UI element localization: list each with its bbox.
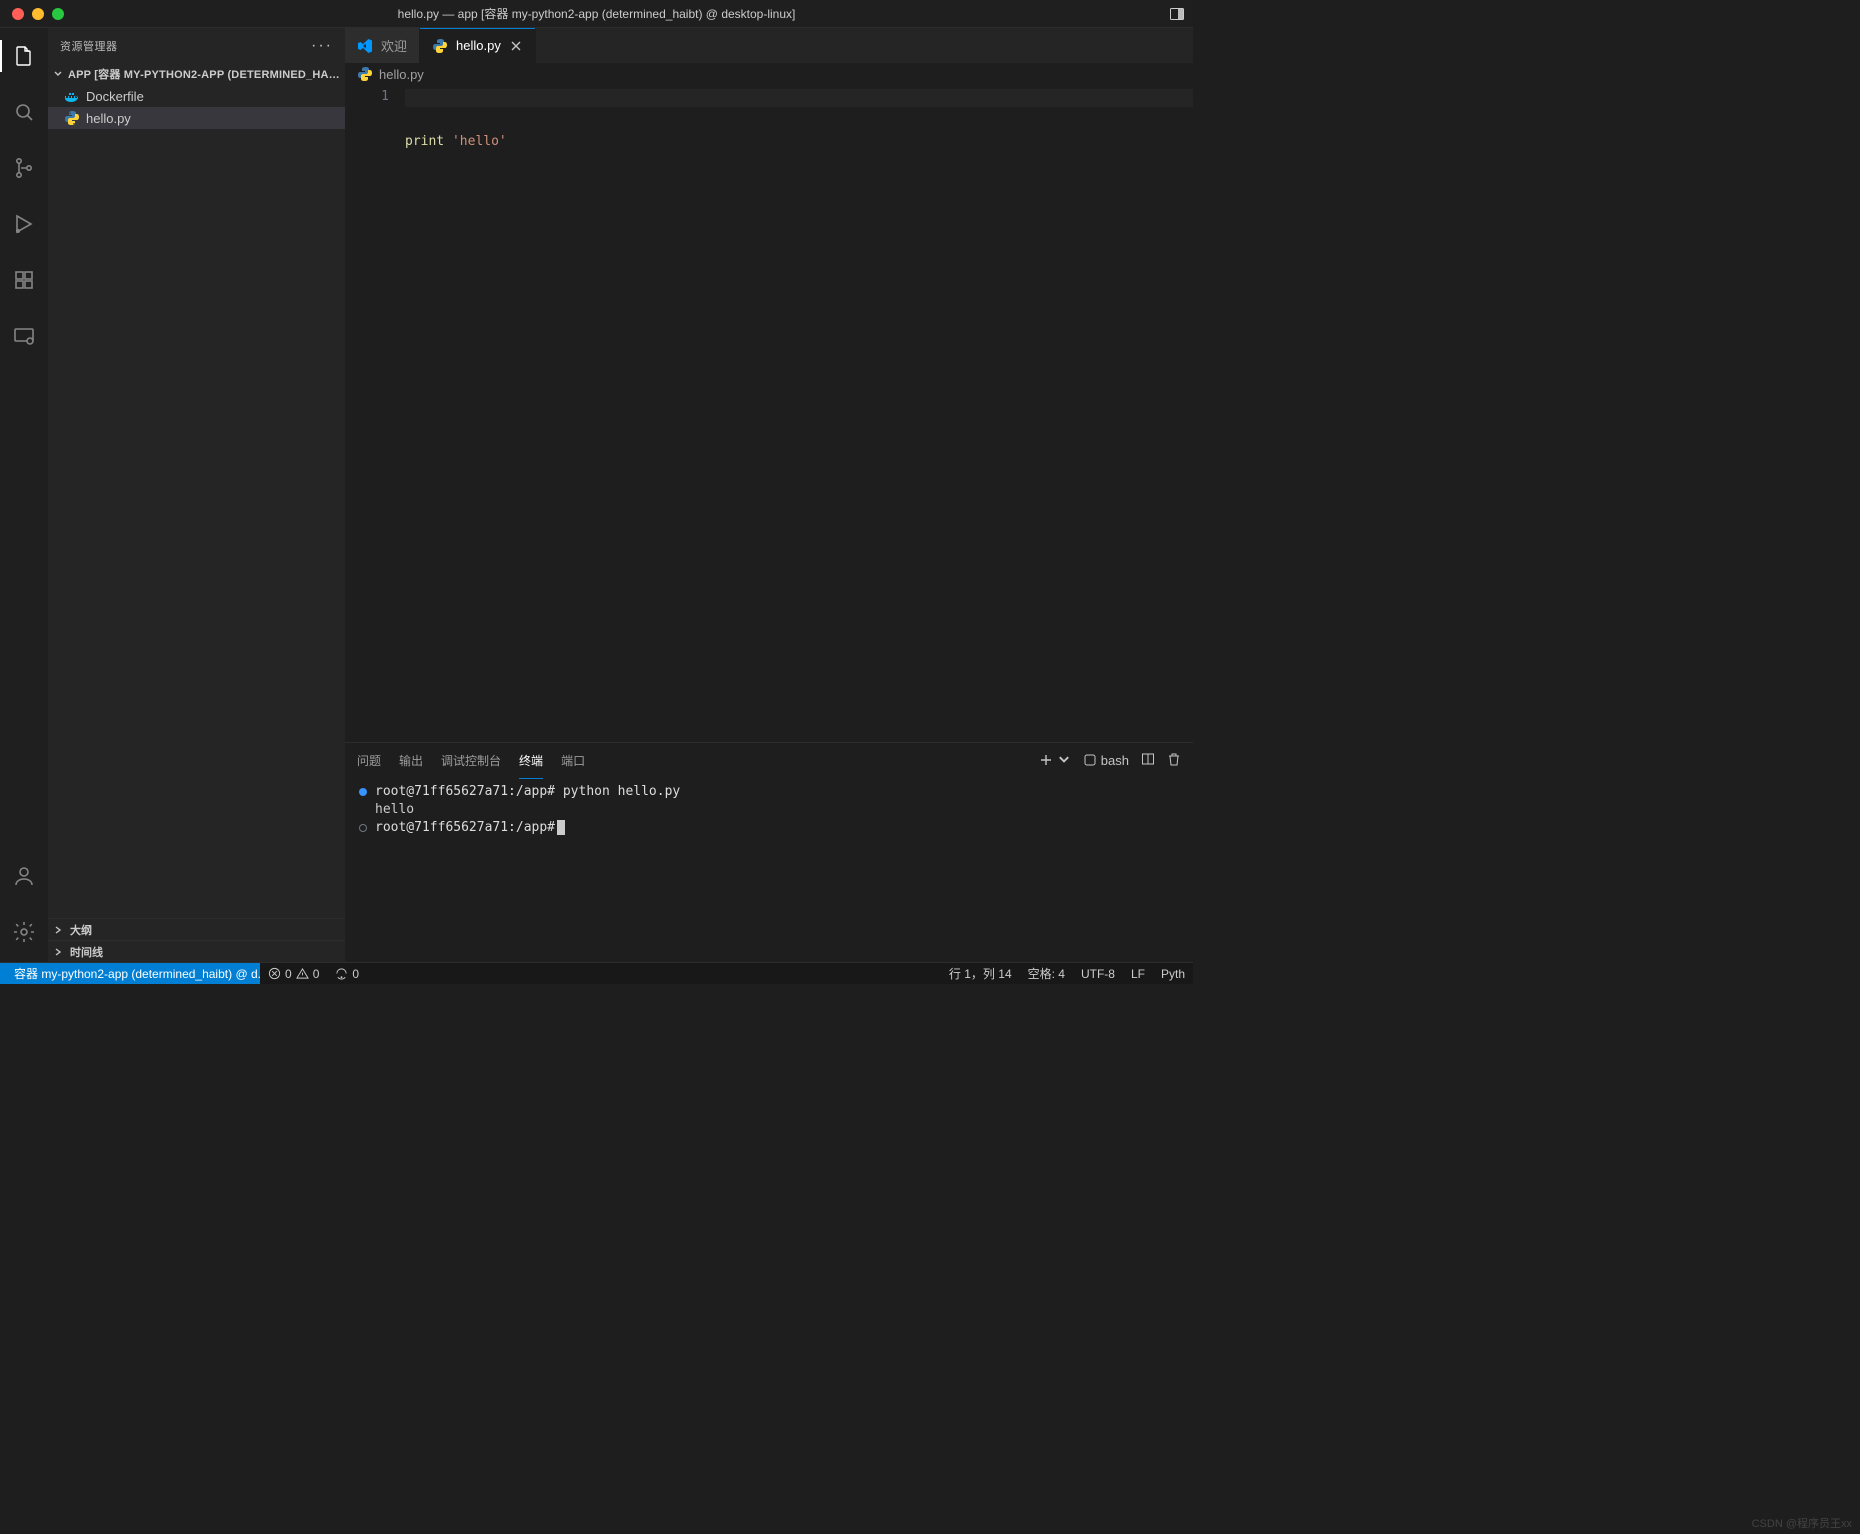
section-outline-label: 大纲 — [70, 922, 92, 938]
maximize-window-button[interactable] — [52, 8, 64, 20]
file-hello-py[interactable]: hello.py — [48, 107, 345, 129]
sidebar-title: 资源管理器 — [60, 38, 118, 54]
breadcrumb-label: hello.py — [379, 67, 424, 82]
folder-name: APP [容器 MY-PYTHON2-APP (DETERMINED_HAIBT… — [68, 66, 341, 82]
status-cursor-position[interactable]: 行 1，列 14 — [941, 963, 1020, 984]
sidebar-explorer: 资源管理器 ··· APP [容器 MY-PYTHON2-APP (DETERM… — [48, 28, 345, 962]
status-encoding[interactable]: UTF-8 — [1073, 963, 1123, 984]
folder-header[interactable]: APP [容器 MY-PYTHON2-APP (DETERMINED_HAIBT… — [48, 63, 345, 85]
watermark: CSDN @程序员王xx — [1752, 1515, 1852, 1531]
close-tab-icon[interactable] — [509, 39, 523, 53]
terminal-prompt: root@71ff65627a71:/app# — [375, 820, 555, 835]
terminal-line: root@71ff65627a71:/app# python hello.py — [359, 783, 1179, 801]
terminal-status-dot — [359, 788, 367, 796]
sidebar-more-icon[interactable]: ··· — [311, 37, 333, 55]
window-controls — [8, 8, 64, 20]
panel-tab-terminal[interactable]: 终端 — [519, 748, 543, 773]
file-label: hello.py — [86, 111, 131, 126]
kill-terminal-icon[interactable] — [1167, 752, 1181, 769]
tab-welcome[interactable]: 欢迎 — [345, 28, 420, 63]
status-problems[interactable]: 0 0 — [260, 963, 327, 984]
panel-tab-problems[interactable]: 问题 — [357, 748, 381, 773]
section-timeline-label: 时间线 — [70, 944, 103, 960]
section-timeline[interactable]: 时间线 — [48, 940, 345, 962]
code-line: print 'hello' — [405, 134, 1193, 152]
activity-remote[interactable] — [0, 316, 48, 356]
panel-tab-output[interactable]: 输出 — [399, 748, 423, 773]
editor-tabs: 欢迎 hello.py — [345, 28, 1193, 63]
activity-explorer[interactable] — [0, 36, 48, 76]
status-indent[interactable]: 空格: 4 — [1020, 963, 1073, 984]
terminal-output-text: hello — [375, 801, 414, 819]
line-gutter: 1 — [345, 85, 405, 742]
terminal-profile[interactable]: bash — [1083, 753, 1129, 768]
status-language[interactable]: Pyth — [1153, 963, 1193, 984]
file-label: Dockerfile — [86, 89, 144, 104]
status-remote-label: 容器 my-python2-app (determined_haibt) @ d… — [14, 965, 260, 982]
terminal-shell-label: bash — [1101, 753, 1129, 768]
status-ports[interactable]: 0 — [327, 963, 367, 984]
terminal-prompt: root@71ff65627a71:/app# — [375, 784, 555, 799]
panel-tab-debug[interactable]: 调试控制台 — [441, 748, 501, 773]
section-outline[interactable]: 大纲 — [48, 918, 345, 940]
minimize-window-button[interactable] — [32, 8, 44, 20]
activity-accounts[interactable] — [0, 856, 48, 896]
new-terminal-button[interactable] — [1039, 753, 1071, 767]
editor-group: 欢迎 hello.py hello.py 1 print 'hello' — [345, 28, 1193, 962]
current-line-highlight — [405, 89, 1193, 107]
status-eol[interactable]: LF — [1123, 963, 1153, 984]
close-window-button[interactable] — [12, 8, 24, 20]
panel-tab-ports[interactable]: 端口 — [561, 748, 585, 773]
code-editor[interactable]: 1 print 'hello' — [345, 85, 1193, 742]
terminal-command: python hello.py — [563, 784, 680, 799]
status-ports-count: 0 — [352, 967, 359, 981]
status-remote-indicator[interactable]: 容器 my-python2-app (determined_haibt) @ d… — [0, 963, 260, 984]
terminal-cursor — [557, 820, 565, 835]
split-terminal-icon[interactable] — [1141, 752, 1155, 769]
activity-source-control[interactable] — [0, 148, 48, 188]
layout-toggle-icon[interactable] — [1169, 6, 1185, 22]
breadcrumb[interactable]: hello.py — [345, 63, 1193, 85]
window-title: hello.py — app [容器 my-python2-app (deter… — [398, 5, 796, 22]
line-number: 1 — [345, 89, 389, 104]
tab-hello-py[interactable]: hello.py — [420, 28, 536, 63]
status-errors-count: 0 — [285, 967, 292, 981]
file-dockerfile[interactable]: Dockerfile — [48, 85, 345, 107]
status-warnings-count: 0 — [313, 967, 320, 981]
code-area[interactable]: print 'hello' — [405, 85, 1193, 742]
activity-run-debug[interactable] — [0, 204, 48, 244]
activity-search[interactable] — [0, 92, 48, 132]
terminal-line: hello — [359, 801, 1179, 819]
terminal-status-dot — [359, 824, 367, 832]
tab-label: 欢迎 — [381, 36, 407, 55]
status-bar: 容器 my-python2-app (determined_haibt) @ d… — [0, 962, 1193, 984]
bottom-panel: 问题 输出 调试控制台 终端 端口 bash — [345, 742, 1193, 962]
tab-label: hello.py — [456, 38, 501, 53]
terminal-output[interactable]: root@71ff65627a71:/app# python hello.py … — [345, 777, 1193, 962]
activity-extensions[interactable] — [0, 260, 48, 300]
terminal-line: root@71ff65627a71:/app# — [359, 819, 1179, 837]
activity-settings[interactable] — [0, 912, 48, 952]
activity-bar — [0, 28, 48, 962]
titlebar: hello.py — app [容器 my-python2-app (deter… — [0, 0, 1193, 28]
